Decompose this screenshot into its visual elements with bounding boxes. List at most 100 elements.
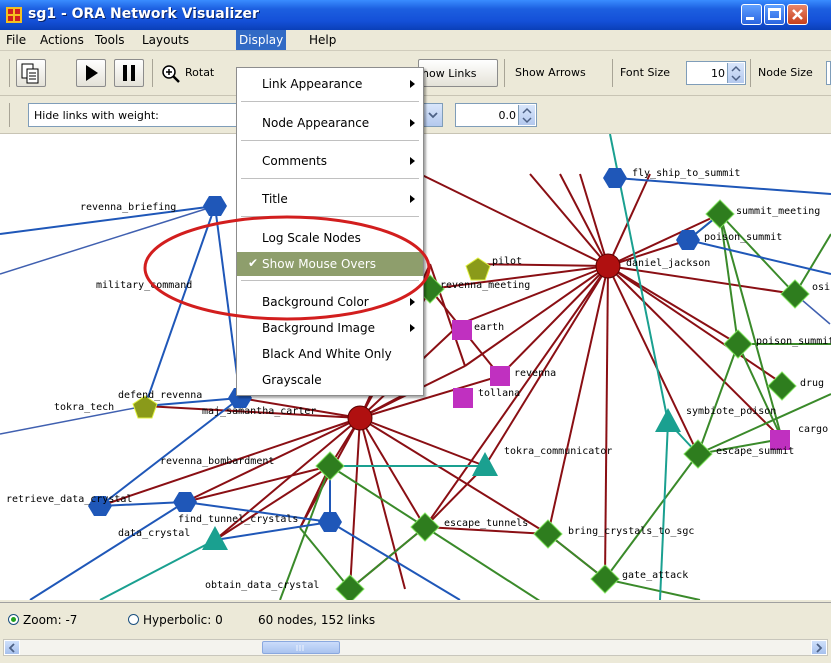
menu-separator bbox=[241, 178, 419, 179]
weight-spinner[interactable]: 0.0 bbox=[455, 103, 537, 127]
menu-item-black-and-white-only[interactable]: Black And White Only bbox=[237, 342, 423, 366]
node-poison-summit[interactable] bbox=[723, 329, 753, 359]
menu-item-grayscale[interactable]: Grayscale bbox=[237, 368, 423, 392]
hide-links-dropdown[interactable]: Hide links with weight: bbox=[28, 103, 238, 127]
menu-item-label: Link Appearance bbox=[262, 77, 363, 91]
chevron-down-icon bbox=[428, 112, 438, 119]
node-earth[interactable] bbox=[452, 320, 472, 340]
copy-icon bbox=[21, 63, 39, 84]
copy-button[interactable] bbox=[16, 59, 46, 87]
label-find-tunnel-crystals: find_tunnel_crystals bbox=[178, 514, 298, 525]
hyperbolic-radio[interactable] bbox=[128, 614, 139, 625]
chevron-left-icon bbox=[8, 643, 15, 653]
menu-item-node-appearance[interactable]: Node Appearance bbox=[237, 111, 423, 135]
annotation-ellipse bbox=[143, 215, 431, 321]
label-escape-summit: escape_summit bbox=[716, 446, 794, 457]
label-defend-revenna: defend_revenna bbox=[118, 390, 202, 401]
node-maj-samantha-carter[interactable] bbox=[347, 405, 373, 431]
menu-bar: File Actions Tools Layouts Display Help bbox=[0, 30, 831, 51]
label-retrieve-data-crystal: retrieve_data_crystal bbox=[6, 494, 132, 505]
menu-separator bbox=[241, 140, 419, 141]
spinner-arrows[interactable] bbox=[518, 105, 535, 125]
label-tokra-tech: tokra_tech bbox=[54, 402, 114, 413]
menu-item-label: Black And White Only bbox=[262, 347, 392, 361]
label-data-crystal: data_crystal bbox=[118, 528, 190, 539]
submenu-arrow-icon bbox=[410, 324, 415, 332]
menu-item-label: Comments bbox=[262, 154, 328, 168]
font-size-spinner[interactable]: 10 bbox=[686, 61, 746, 85]
node-pilot[interactable] bbox=[465, 257, 491, 281]
menu-item-link-appearance[interactable]: Link Appearance bbox=[237, 72, 423, 96]
menu-item-comments[interactable]: Comments bbox=[237, 149, 423, 173]
play-button[interactable] bbox=[76, 59, 106, 87]
rotate-label[interactable]: Rotat bbox=[185, 66, 214, 79]
label-revenna-meeting: revenna_meeting bbox=[440, 280, 530, 291]
close-button[interactable] bbox=[787, 4, 808, 25]
node-bring-crystals[interactable] bbox=[533, 519, 563, 549]
label-fly-ship-to-summit: fly_ship_to_summit bbox=[632, 168, 740, 179]
hyperbolic-label[interactable]: Hyperbolic: 0 bbox=[143, 613, 223, 627]
node-obtain-data-crystal[interactable] bbox=[335, 574, 365, 600]
node-retrieve-agent[interactable] bbox=[173, 492, 197, 512]
chevron-right-icon bbox=[816, 643, 823, 653]
menu-display[interactable]: Display bbox=[236, 30, 287, 50]
toolbar-separator bbox=[152, 59, 153, 87]
label-drug: drug bbox=[800, 378, 824, 389]
label-cargo: cargo bbox=[798, 424, 828, 435]
label-symbiote-poison: symbiote_poison bbox=[686, 406, 776, 417]
label-poison-summit: poison_summit bbox=[756, 336, 831, 347]
menu-item-label: Grayscale bbox=[262, 373, 322, 387]
spinner-arrows[interactable] bbox=[727, 63, 744, 83]
node-size-spinner[interactable] bbox=[826, 61, 831, 85]
label-escape-tunnels: escape_tunnels bbox=[444, 518, 528, 529]
menu-layouts[interactable]: Layouts bbox=[142, 33, 189, 47]
title-bar: sg1 - ORA Network Visualizer bbox=[0, 0, 831, 30]
label-earth: earth bbox=[474, 322, 504, 333]
label-osi: osi bbox=[812, 282, 830, 293]
submenu-arrow-icon bbox=[410, 157, 415, 165]
zoom-label[interactable]: Zoom: -7 bbox=[23, 613, 77, 627]
hide-links-label: Hide links with weight: bbox=[34, 109, 159, 122]
scroll-right-button[interactable] bbox=[811, 640, 827, 655]
menu-actions[interactable]: Actions bbox=[40, 33, 84, 47]
minimize-button[interactable] bbox=[741, 4, 762, 25]
menu-item-title[interactable]: Title bbox=[237, 187, 423, 211]
submenu-arrow-icon bbox=[410, 80, 415, 88]
play-icon bbox=[86, 65, 98, 81]
menu-help[interactable]: Help bbox=[309, 33, 336, 47]
node-tollana[interactable] bbox=[453, 388, 473, 408]
node-daniel-jackson[interactable] bbox=[595, 253, 621, 279]
label-tollana: tollana bbox=[478, 388, 520, 399]
node-gate-attack[interactable] bbox=[590, 564, 620, 594]
zoom-icon[interactable] bbox=[161, 64, 181, 84]
dropdown-arrow-button[interactable] bbox=[423, 103, 443, 127]
node-find-tunnel-crystals[interactable] bbox=[318, 512, 342, 532]
show-links-button[interactable]: how Links bbox=[418, 59, 498, 87]
submenu-arrow-icon bbox=[410, 119, 415, 127]
font-size-label: Font Size bbox=[620, 66, 671, 79]
app-icon bbox=[6, 7, 22, 23]
show-arrows-label[interactable]: Show Arrows bbox=[515, 66, 586, 79]
node-fly-ship-to-summit[interactable] bbox=[603, 168, 627, 188]
maximize-button[interactable] bbox=[764, 4, 785, 25]
toolbar-separator bbox=[612, 59, 613, 87]
scroll-left-button[interactable] bbox=[4, 640, 20, 655]
submenu-arrow-icon bbox=[410, 195, 415, 203]
label-daniel-jackson: daniel_jackson bbox=[626, 258, 710, 269]
toolbar-grip bbox=[9, 59, 10, 87]
label-revenna: revenna bbox=[514, 368, 556, 379]
pause-button[interactable] bbox=[114, 59, 144, 87]
menu-tools[interactable]: Tools bbox=[95, 33, 125, 47]
node-size-label: Node Size bbox=[758, 66, 813, 79]
menu-item-label: Node Appearance bbox=[262, 116, 370, 130]
zoom-radio[interactable] bbox=[8, 614, 19, 625]
label-revenna-bombardment: revenna_bombardment bbox=[160, 456, 274, 467]
horizontal-scrollbar[interactable] bbox=[3, 639, 828, 656]
menu-item-label: Title bbox=[262, 192, 288, 206]
scroll-thumb[interactable] bbox=[262, 641, 340, 654]
font-size-value: 10 bbox=[711, 67, 725, 80]
node-revenna[interactable] bbox=[490, 366, 510, 386]
toolbar-grip bbox=[9, 103, 10, 127]
weight-value: 0.0 bbox=[498, 109, 517, 122]
menu-file[interactable]: File bbox=[6, 33, 26, 47]
